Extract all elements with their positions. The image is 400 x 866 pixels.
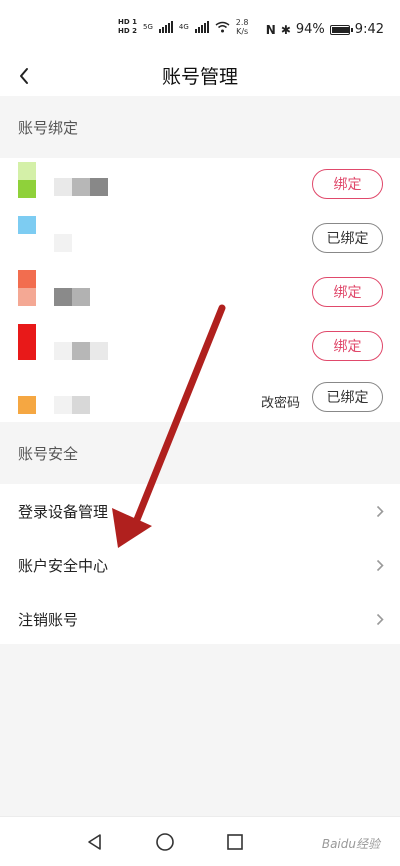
menu-item-close-account[interactable]: 注销账号 — [0, 592, 400, 646]
menu-item-security-center[interactable]: 账户安全中心 — [0, 538, 400, 592]
security-list: 登录设备管理 账户安全中心 注销账号 — [0, 484, 400, 644]
status-left: HD 1 HD 2 5G 4G 2.8 K/s — [118, 18, 249, 36]
binding-row: 绑定 — [0, 266, 400, 320]
menu-item-label: 登录设备管理 — [18, 502, 109, 521]
menu-item-label: 账户安全中心 — [18, 556, 109, 575]
nav-bar: 账号管理 — [0, 56, 400, 96]
page-title: 账号管理 — [161, 66, 238, 88]
system-nav-bar: Baidu经验 — [0, 816, 400, 866]
system-home-button[interactable] — [152, 829, 178, 855]
blurred-account-name — [54, 396, 90, 414]
signal-icon — [158, 21, 173, 33]
chevron-right-icon — [376, 505, 384, 517]
binding-row: 绑定 — [0, 158, 400, 212]
chevron-right-icon — [376, 559, 384, 571]
circle-home-icon — [156, 833, 174, 851]
logo-part-icon — [18, 324, 36, 342]
binding-list: 绑定 已绑定 绑定 绑定 改密码 已绑定 — [0, 158, 400, 422]
net2-label: 4G — [178, 23, 189, 31]
speed-unit: K/s — [236, 27, 249, 36]
system-back-button[interactable] — [82, 829, 108, 855]
logo-part-icon — [18, 270, 36, 288]
logo-part-icon — [18, 396, 36, 414]
app-logo-icon — [18, 396, 36, 414]
hd-indicator: HD 1 HD 2 — [118, 18, 137, 36]
triangle-back-icon — [88, 834, 101, 850]
bind-button[interactable]: 绑定 — [312, 277, 383, 307]
status-right: N ✱ 94% 9:42 — [266, 22, 384, 37]
bound-button[interactable]: 已绑定 — [312, 223, 383, 253]
signal-icon-2 — [194, 21, 209, 33]
logo-part-icon — [18, 216, 36, 234]
binding-row: 绑定 — [0, 320, 400, 374]
bind-button[interactable]: 绑定 — [312, 169, 383, 199]
blurred-account-name — [54, 342, 108, 360]
app-logo-icon — [18, 162, 36, 198]
menu-item-label: 注销账号 — [18, 610, 79, 629]
bound-button[interactable]: 已绑定 — [312, 382, 383, 412]
watermark: Baidu经验 — [321, 837, 380, 851]
hd1-label: HD 1 — [118, 18, 137, 26]
app-logo-icon — [18, 216, 36, 234]
nfc-icon: N — [265, 22, 276, 37]
security-section-header: 账号安全 — [0, 422, 400, 484]
binding-row: 改密码 已绑定 — [0, 374, 400, 428]
battery-percent: 94% — [295, 22, 325, 37]
clock: 9:42 — [354, 22, 384, 37]
logo-part-icon — [18, 180, 36, 198]
bind-button[interactable]: 绑定 — [312, 331, 383, 361]
hd2-label: HD 2 — [118, 27, 137, 35]
network-speed: 2.8 K/s — [236, 18, 249, 36]
square-recents-icon — [227, 834, 243, 850]
wifi-icon — [215, 21, 230, 33]
speed-value: 2.8 — [235, 18, 249, 27]
system-recents-button[interactable] — [222, 829, 248, 855]
blurred-account-name — [54, 178, 108, 196]
battery-icon — [329, 24, 353, 35]
app-logo-icon — [18, 270, 36, 306]
binding-row: 已绑定 — [0, 212, 400, 266]
chevron-right-icon — [376, 613, 384, 625]
net1-label: 5G — [142, 23, 153, 31]
status-bar: HD 1 HD 2 5G 4G 2.8 K/s N ✱ 94% 9:42 — [0, 0, 400, 56]
binding-section-header: 账号绑定 — [0, 96, 400, 158]
logo-part-icon — [18, 288, 36, 306]
logo-part-icon — [18, 342, 36, 360]
change-password-text[interactable]: 改密码 — [261, 392, 300, 411]
logo-part-icon — [18, 162, 36, 180]
menu-item-device-management[interactable]: 登录设备管理 — [0, 484, 400, 538]
bluetooth-icon: ✱ — [280, 22, 291, 37]
battery-fill — [331, 26, 349, 33]
app-logo-icon — [18, 324, 36, 360]
blurred-account-name — [54, 288, 90, 306]
blurred-account-name — [54, 234, 72, 252]
